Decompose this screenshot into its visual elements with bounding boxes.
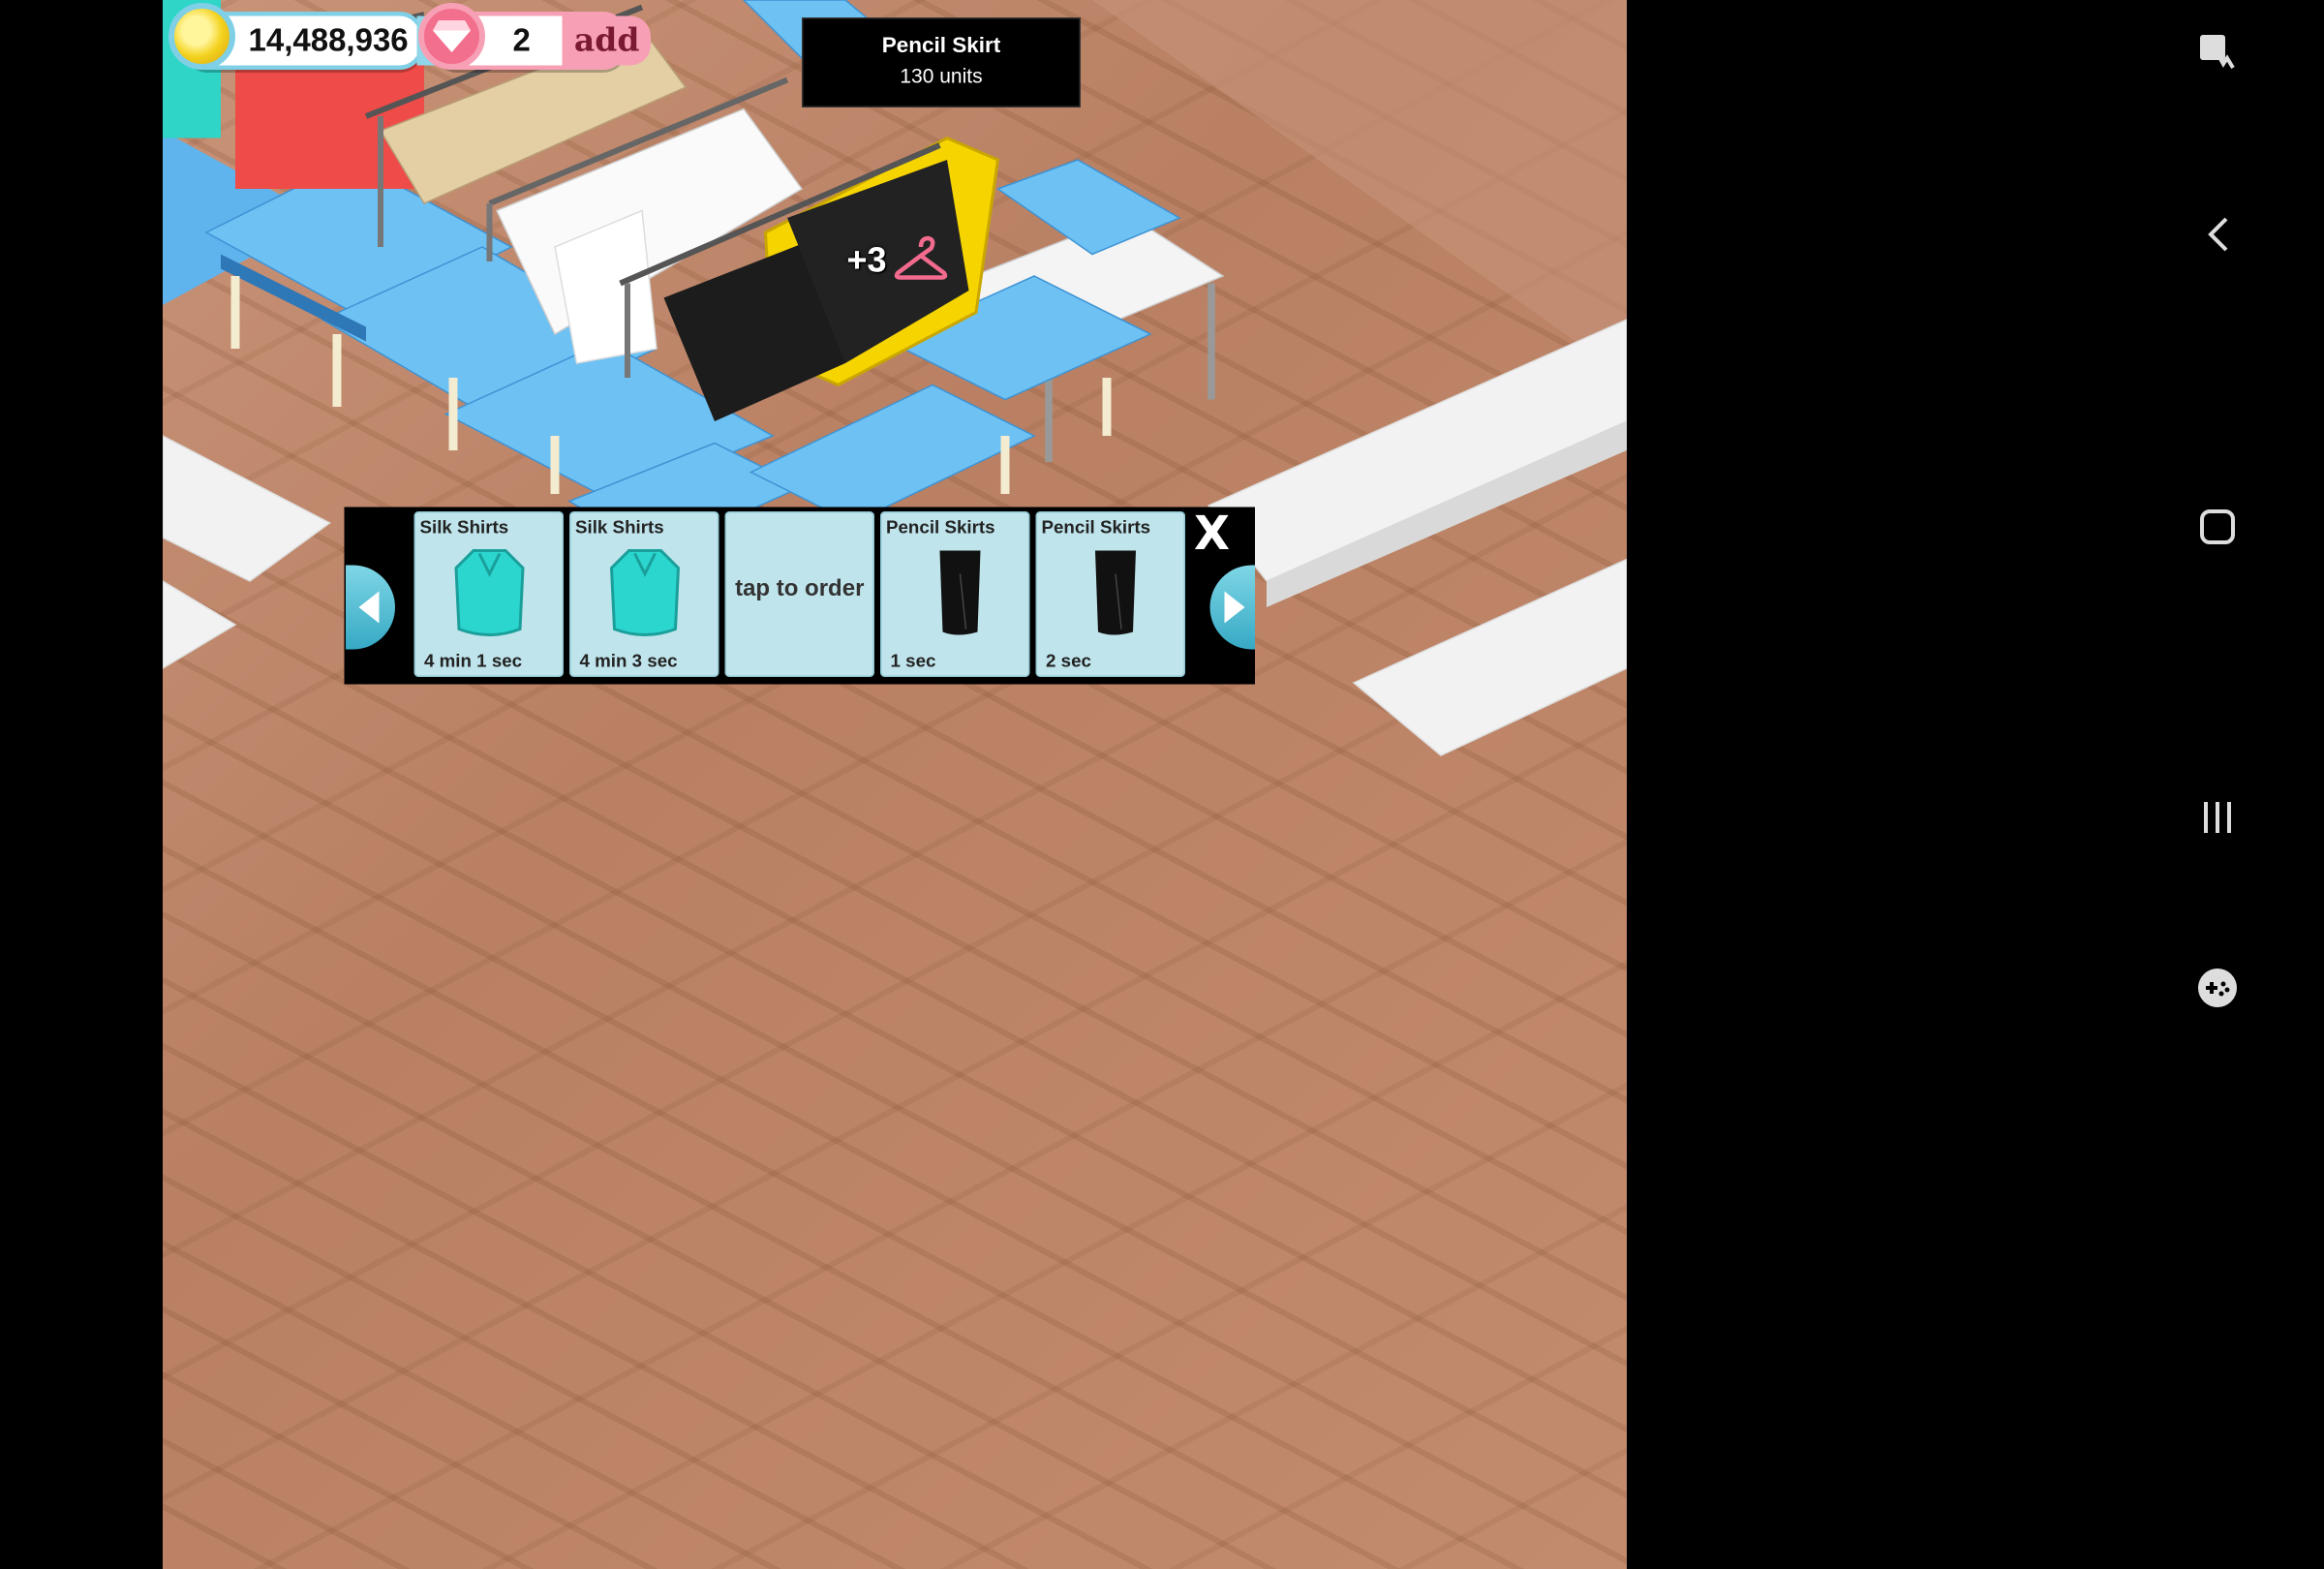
gem-icon (418, 3, 485, 70)
slot-title: Silk Shirts (575, 517, 664, 538)
back-button[interactable] (2196, 213, 2239, 256)
screen-touch-lock-button[interactable] (2196, 31, 2239, 74)
slot-time: 2 sec (1046, 651, 1091, 671)
game-viewport[interactable]: 14,488,936 add 2 add Pencil Skirt 130 un… (163, 0, 1627, 1569)
home-button[interactable] (2196, 506, 2239, 548)
slot-title: Silk Shirts (419, 517, 509, 538)
game-tools-button[interactable] (2196, 967, 2239, 1009)
tray-next-button[interactable] (1209, 565, 1255, 650)
back-icon (2208, 217, 2228, 252)
item-tooltip: Pencil Skirt 130 units (802, 17, 1081, 108)
recent-apps-icon (2204, 802, 2231, 833)
home-icon (2200, 509, 2235, 544)
order-slot-2[interactable]: Silk Shirts 4 min 3 sec (569, 511, 719, 677)
add-gems-button[interactable]: add (562, 15, 652, 66)
order-slot-1[interactable]: Silk Shirts 4 min 1 sec (413, 511, 564, 677)
silk-shirt-icon (454, 549, 525, 636)
tooltip-title: Pencil Skirt (881, 33, 1001, 59)
tooltip-subtitle: 130 units (900, 64, 983, 87)
tap-to-order-label: tap to order (735, 576, 865, 602)
order-slot-4[interactable]: Pencil Skirts 1 sec (880, 511, 1030, 677)
recent-apps-button[interactable] (2196, 796, 2239, 839)
order-slot-empty[interactable]: tap to order (724, 511, 874, 677)
system-navigation-bar (2107, 0, 2324, 1046)
slot-title: Pencil Skirts (886, 517, 995, 538)
arrow-left-icon (358, 591, 380, 624)
slot-time: 4 min 3 sec (579, 651, 678, 671)
rack-bonus-label: +3 (846, 241, 887, 281)
touch-lock-icon (2200, 35, 2235, 70)
slot-time: 4 min 1 sec (424, 651, 523, 671)
tray-prev-button[interactable] (346, 565, 395, 650)
coin-icon (168, 3, 235, 70)
pencil-skirt-icon (1095, 550, 1136, 635)
slot-time: 1 sec (890, 651, 936, 671)
order-slot-5[interactable]: Pencil Skirts 2 sec (1035, 511, 1185, 677)
pencil-skirt-icon (939, 550, 981, 635)
arrow-right-icon (1223, 591, 1244, 624)
slot-title: Pencil Skirts (1041, 517, 1151, 538)
silk-shirt-icon (609, 549, 681, 636)
close-tray-button[interactable]: X (1194, 510, 1230, 557)
gamepad-icon (2198, 969, 2237, 1007)
white-counter-right (1207, 319, 1627, 756)
hanger-icon (894, 235, 948, 280)
order-tray: Silk Shirts 4 min 1 sec Silk Shirts 4 mi… (344, 507, 1255, 685)
